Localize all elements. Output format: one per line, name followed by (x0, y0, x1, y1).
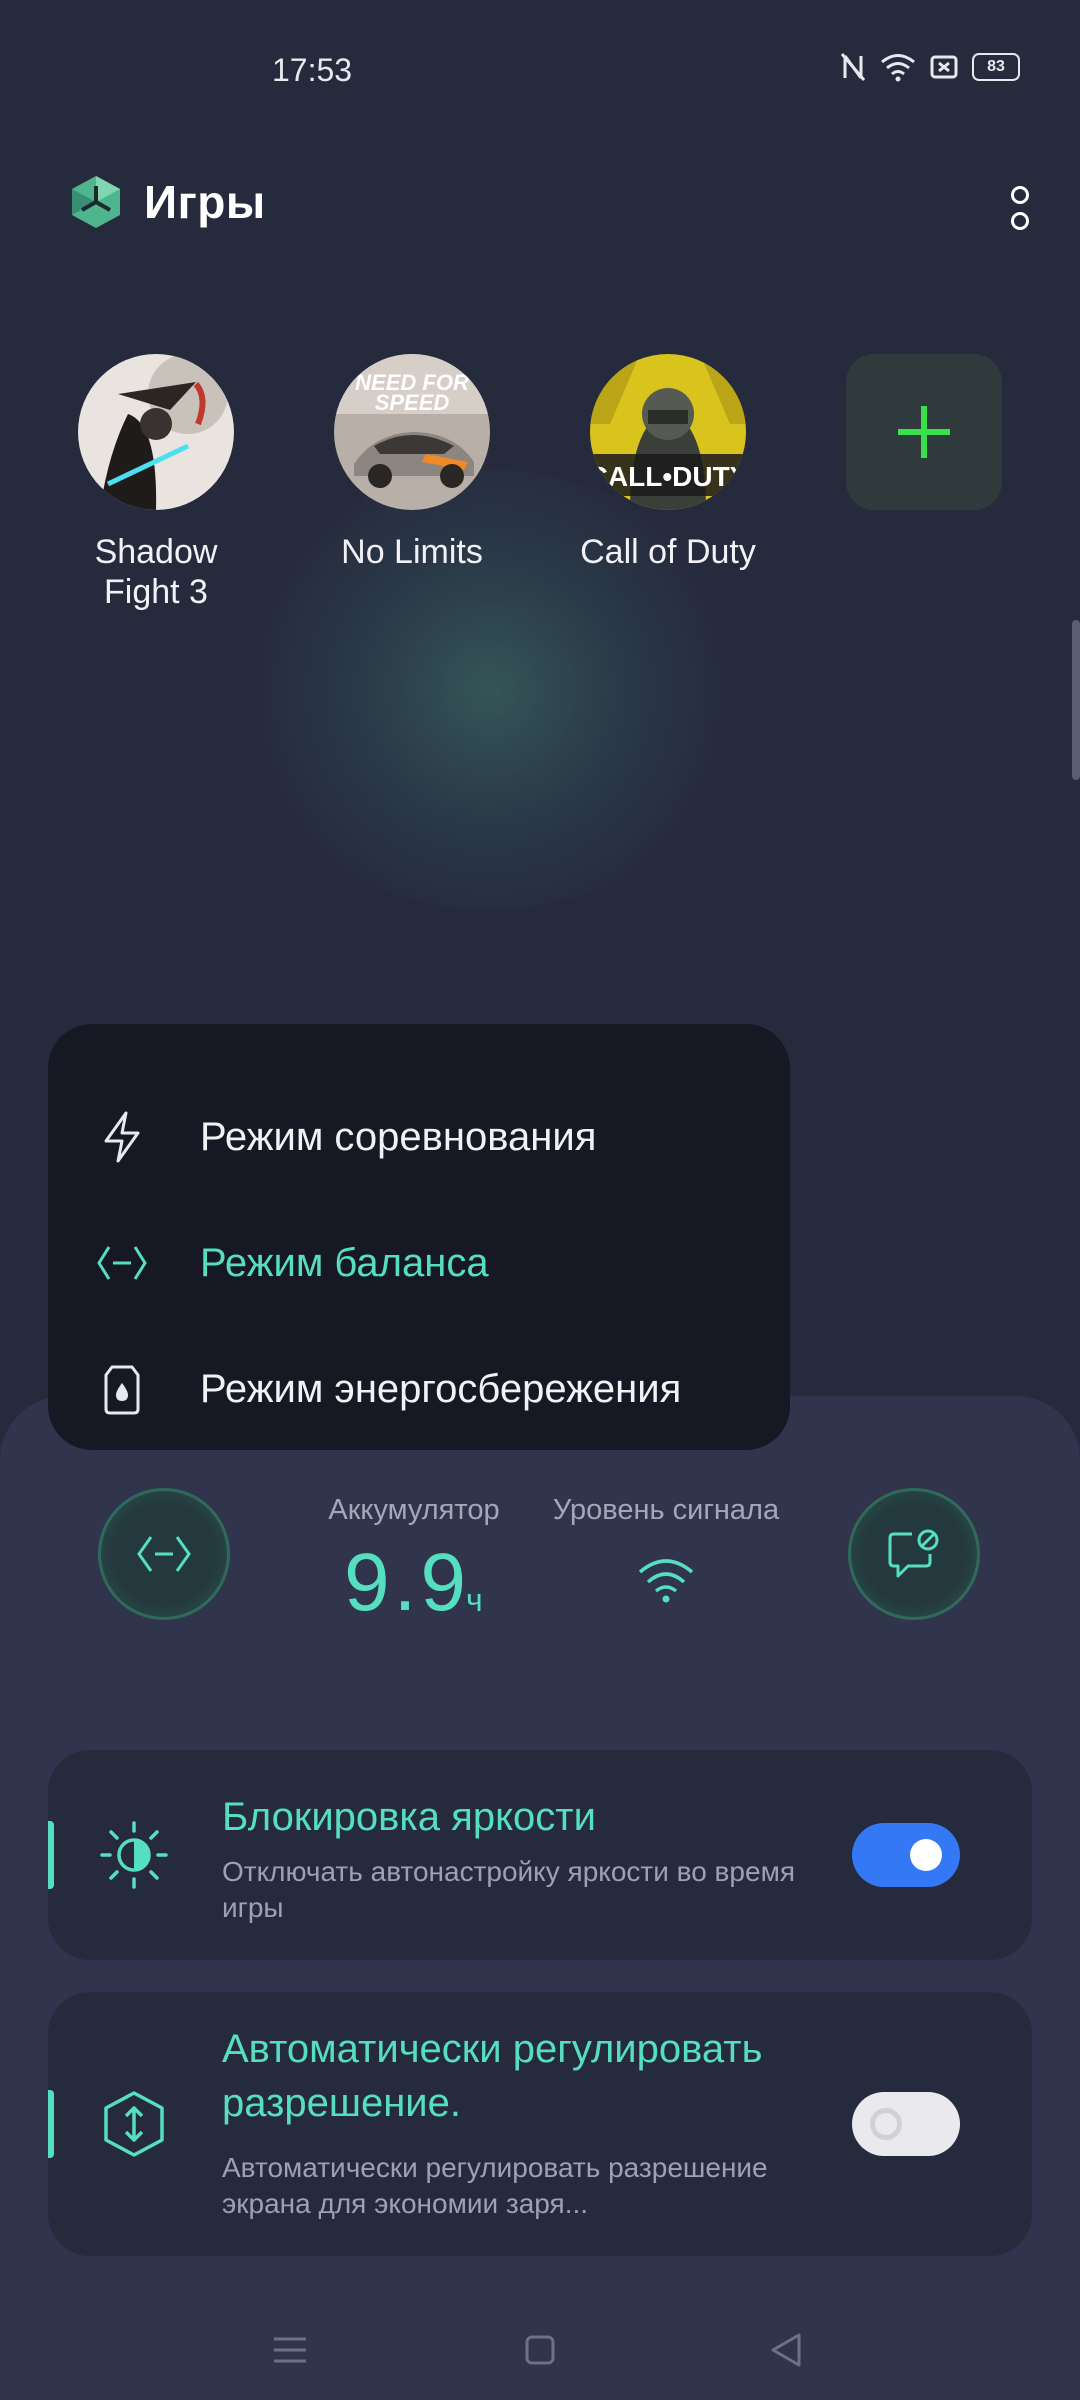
bolt-icon (92, 1107, 152, 1167)
call-of-duty-avatar: CALL•DUTY (590, 354, 746, 510)
game-item-shadow-fight[interactable]: Shadow Fight 3 (56, 354, 256, 612)
status-icons: 83 (840, 52, 1020, 82)
mode-label: Режим соревнования (200, 1114, 597, 1159)
balance-icon (92, 1233, 152, 1293)
game-item-no-limits[interactable]: NEED FOR SPEED No Limits (312, 354, 512, 572)
game-item-call-of-duty[interactable]: CALL•DUTY Call of Duty (568, 354, 768, 572)
more-options-button[interactable] (1000, 178, 1040, 238)
status-time: 17:53 (272, 52, 353, 88)
page-title: Игры (144, 176, 266, 228)
game-label-line2: Fight 3 (104, 573, 208, 611)
power-save-icon (92, 1359, 152, 1419)
nfc-icon (840, 53, 866, 81)
message-block-icon (888, 1529, 939, 1578)
setting-card-brightness-lock: Блокировка яркости Отключать автонастрой… (48, 1750, 1032, 1960)
sim-status-icon (930, 55, 958, 79)
more-dot-icon (1011, 186, 1029, 204)
balance-icon (137, 1536, 191, 1572)
auto-resolution-toggle[interactable] (852, 2092, 960, 2156)
mode-item-power-save[interactable]: Режим энергосбережения (48, 1326, 790, 1452)
mode-label: Режим баланса (200, 1240, 489, 1285)
home-button[interactable] (510, 2320, 570, 2380)
mode-item-balance[interactable]: Режим баланса (48, 1200, 790, 1326)
signal-stat-label: Уровень сигнала (552, 1494, 780, 1526)
battery-stat-unit: ч (466, 1582, 483, 1618)
card-accent (48, 2090, 54, 2158)
game-label: No Limits (341, 533, 483, 571)
scroll-indicator (1072, 620, 1080, 780)
brightness-lock-toggle[interactable] (852, 1823, 960, 1887)
toggle-knob (870, 2108, 902, 2140)
card-accent (48, 1821, 54, 1889)
more-dot-icon (1011, 212, 1029, 230)
performance-mode-menu: Режим соревнования Режим баланса Режим э… (48, 1024, 790, 1450)
game-label: Call of Duty (580, 533, 756, 571)
brightness-icon (98, 1819, 170, 1891)
svg-text:SPEED: SPEED (375, 390, 450, 415)
shadow-fight-avatar (78, 354, 234, 510)
performance-mode-button[interactable] (98, 1488, 230, 1620)
back-triangle-icon (771, 2333, 801, 2367)
setting-title: Автоматически регулировать разрешение. (222, 2027, 763, 2125)
recent-apps-button[interactable] (260, 2320, 320, 2380)
setting-description: Отключать автонастройку яркости во время… (222, 1856, 795, 1923)
menu-icon (274, 2337, 306, 2363)
signal-wifi-icon (636, 1556, 696, 1609)
battery-icon: 83 (972, 53, 1020, 81)
home-square-icon (525, 2335, 555, 2365)
game-label: Shadow (94, 533, 218, 571)
mode-item-competition[interactable]: Режим соревнования (48, 1074, 790, 1200)
mode-label: Режим энергосбережения (200, 1366, 682, 1411)
games-logo-icon (72, 176, 120, 228)
system-navigation-bar (0, 2300, 1080, 2400)
app-header: Игры (70, 174, 266, 230)
status-bar: 17:53 83 (0, 0, 1080, 140)
toggle-knob (910, 1839, 942, 1871)
add-game-button[interactable] (846, 354, 1002, 510)
back-button[interactable] (756, 2320, 816, 2380)
no-limits-avatar: NEED FOR SPEED (334, 354, 490, 510)
plus-icon (898, 406, 950, 458)
resolution-icon (98, 2088, 170, 2160)
battery-stat-label: Аккумулятор (328, 1494, 500, 1526)
block-notifications-button[interactable] (848, 1488, 980, 1620)
setting-card-auto-resolution: Автоматически регулировать разрешение. А… (48, 1992, 1032, 2256)
svg-text:CALL•DUTY: CALL•DUTY (590, 461, 746, 492)
wifi-status-icon (881, 54, 915, 82)
battery-stat-value: 9.9 (344, 1537, 470, 1628)
setting-title: Блокировка яркости (222, 1795, 596, 1839)
setting-description: Автоматически регулировать разрешение эк… (222, 2152, 768, 2219)
